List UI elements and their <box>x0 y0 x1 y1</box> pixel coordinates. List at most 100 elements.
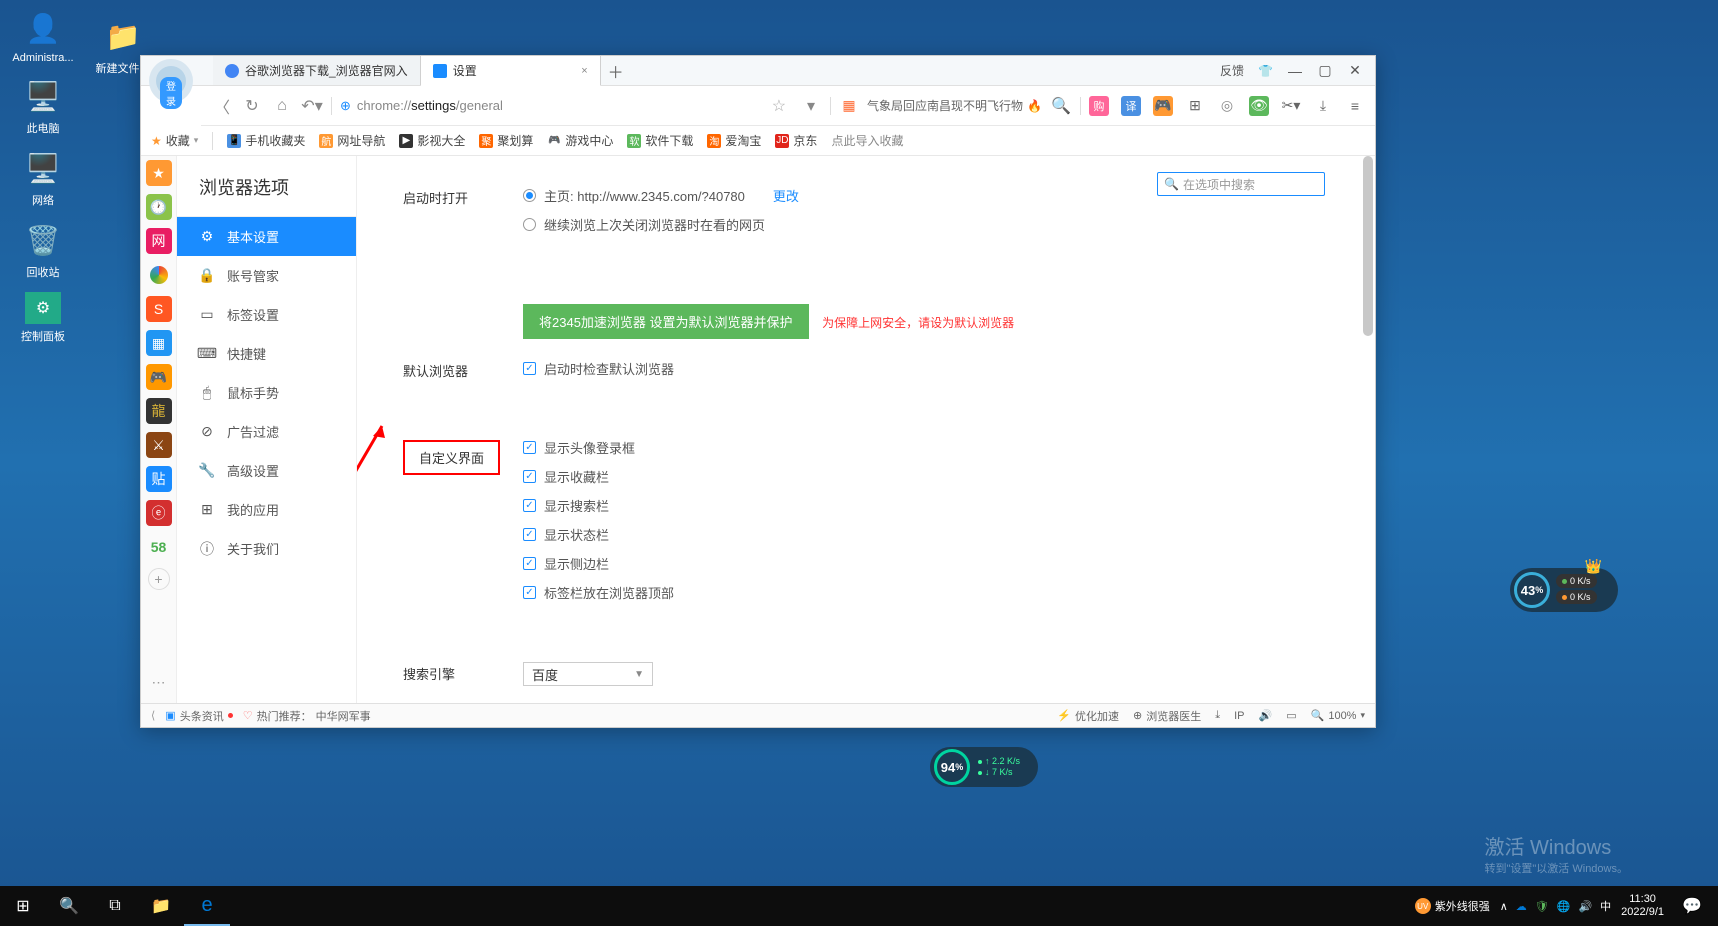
favorites-button[interactable]: ★收藏▾ <box>151 132 198 149</box>
desktop-icon-admin[interactable]: 👤Administra... <box>8 8 78 64</box>
sidebar-app-1[interactable]: ★ <box>146 160 172 186</box>
sidebar-app-8[interactable]: 龍 <box>146 398 172 424</box>
scrollbar[interactable] <box>1363 156 1373 336</box>
tray-sound-icon[interactable]: 🔊 <box>1578 900 1592 913</box>
set-default-button[interactable]: 将2345加速浏览器 设置为默认浏览器并保护 <box>523 304 809 339</box>
sidebar-app-7[interactable]: 🎮 <box>146 364 172 390</box>
home-button[interactable]: ⌂ <box>271 95 293 117</box>
startup-continue-radio[interactable]: 继续浏览上次关闭浏览器时在看的网页 <box>523 215 1329 234</box>
settings-menu-advanced[interactable]: 🔧高级设置 <box>177 451 356 490</box>
statusbar-doctor[interactable]: ⊕浏览器医生 <box>1133 708 1201 724</box>
news-icon[interactable]: ▦ <box>839 96 859 116</box>
settings-menu-about[interactable]: ⓘ关于我们 <box>177 529 356 568</box>
search-icon[interactable]: 🔍 <box>1050 95 1072 117</box>
change-link[interactable]: 更改 <box>773 186 799 205</box>
sidebar-add[interactable]: + <box>148 568 170 590</box>
settings-menu-basic[interactable]: ⚙基本设置 <box>177 217 356 256</box>
bookmark-jd[interactable]: JD京东 <box>775 132 817 149</box>
tray-network-icon[interactable]: 🌐 <box>1557 900 1571 913</box>
statusbar-ip-icon[interactable]: IP <box>1234 710 1244 722</box>
scissors-icon[interactable]: ✂▾ <box>1281 96 1301 116</box>
tab-settings[interactable]: 设置 × <box>421 56 601 86</box>
start-button[interactable]: ⊞ <box>0 886 46 926</box>
sidebar-more[interactable]: ⋯ <box>146 669 172 695</box>
tray-onedrive-icon[interactable]: ☁ <box>1516 900 1527 913</box>
sidebar-app-11[interactable]: ⓔ <box>146 500 172 526</box>
feedback-link[interactable]: 反馈 <box>1220 62 1244 79</box>
check-tabtop[interactable]: 标签栏放在浏览器顶部 <box>523 583 1329 602</box>
settings-menu-apps[interactable]: ⊞我的应用 <box>177 490 356 529</box>
undo-button[interactable]: ↶▾ <box>301 95 323 117</box>
statusbar-chevron[interactable]: ⟨ <box>151 709 155 722</box>
check-sidebar[interactable]: 显示侧边栏 <box>523 554 1329 573</box>
game-icon[interactable]: 🎮 <box>1153 96 1173 116</box>
new-tab-button[interactable]: ＋ <box>601 56 631 85</box>
search-engine-select[interactable]: 百度 ▼ <box>523 662 653 686</box>
settings-menu-shortcut[interactable]: ⌨快捷键 <box>177 334 356 373</box>
float-widget-2[interactable]: 94% ↑ 2.2 K/s ↓ 7 K/s <box>930 747 1038 787</box>
check-avatar[interactable]: 显示头像登录框 <box>523 438 1329 457</box>
check-default-checkbox[interactable]: 启动时检查默认浏览器 <box>523 359 1329 378</box>
float-widget-1[interactable]: 👑 43% 0 K/s 0 K/s <box>1510 568 1618 612</box>
download-icon[interactable]: ⤓ <box>1313 96 1333 116</box>
statusbar-zoom[interactable]: 🔍100%▾ <box>1311 709 1365 722</box>
translate-icon[interactable]: 译 <box>1121 96 1141 116</box>
bookmark-game[interactable]: 🎮游戏中心 <box>547 132 613 149</box>
statusbar-hot[interactable]: ♡热门推荐：中华网军事 <box>243 708 371 724</box>
statusbar-news[interactable]: ▣头条资讯 <box>165 708 232 724</box>
apps-icon[interactable]: ⊞ <box>1185 96 1205 116</box>
taskbar-edge[interactable]: e <box>184 886 230 926</box>
tab-google-download[interactable]: 谷歌浏览器下载_浏览器官网入 <box>213 56 421 85</box>
desktop-icon-control[interactable]: ⚙控制面板 <box>8 292 78 344</box>
check-favbar[interactable]: 显示收藏栏 <box>523 467 1329 486</box>
desktop-icon-recycle[interactable]: 🗑️回收站 <box>8 220 78 280</box>
settings-menu-adblock[interactable]: ⊘广告过滤 <box>177 412 356 451</box>
statusbar-optimize[interactable]: ⚡优化加速 <box>1057 708 1119 724</box>
sidebar-app-12[interactable]: 58 <box>146 534 172 560</box>
login-badge[interactable]: 登录 <box>160 77 182 109</box>
back-button[interactable]: 〈 <box>211 95 233 117</box>
eye-icon[interactable]: 👁 <box>1249 96 1269 116</box>
maximize-button[interactable]: ▢ <box>1317 63 1333 79</box>
settings-menu-tabs[interactable]: ▭标签设置 <box>177 295 356 334</box>
desktop-icon-pc[interactable]: 🖥️此电脑 <box>8 76 78 136</box>
sidebar-app-2[interactable]: 🕐 <box>146 194 172 220</box>
tray-chevron[interactable]: ∧ <box>1500 900 1508 913</box>
url-display[interactable]: ⊕ chrome://settings/general <box>340 98 758 114</box>
settings-search[interactable]: 🔍 在选项中搜索 <box>1157 172 1325 196</box>
bookmark-mobile[interactable]: 📱手机收藏夹 <box>227 132 305 149</box>
menu-icon[interactable]: ≡ <box>1345 96 1365 116</box>
bookmark-import[interactable]: 点此导入收藏 <box>831 132 903 149</box>
bookmark-taobao[interactable]: 淘爱淘宝 <box>707 132 761 149</box>
taskbar-weather[interactable]: UV 紫外线很强 <box>1415 898 1490 914</box>
bookmark-juhuasuan[interactable]: 聚聚划算 <box>479 132 533 149</box>
settings-menu-account[interactable]: 🔒账号管家 <box>177 256 356 295</box>
sidebar-app-10[interactable]: 贴 <box>146 466 172 492</box>
skin-icon[interactable]: 👕 <box>1258 64 1273 78</box>
settings-menu-mouse[interactable]: 🖱鼠标手势 <box>177 373 356 412</box>
target-icon[interactable]: ◎ <box>1217 96 1237 116</box>
statusbar-download-icon[interactable]: ⤓ <box>1215 709 1220 722</box>
taskbar-explorer[interactable]: 📁 <box>138 886 184 926</box>
tray-ime[interactable]: 中 <box>1600 898 1611 914</box>
minimize-button[interactable]: — <box>1287 63 1303 79</box>
statusbar-sound-icon[interactable]: 🔊 <box>1259 709 1273 722</box>
buy-icon[interactable]: 购 <box>1089 96 1109 116</box>
taskbar-search[interactable]: 🔍 <box>46 886 92 926</box>
desktop-icon-network[interactable]: 🖥️网络 <box>8 148 78 208</box>
taskbar-taskview[interactable]: ⧉ <box>92 886 138 926</box>
taskbar-clock[interactable]: 11:30 2022/9/1 <box>1621 893 1664 919</box>
star-icon[interactable]: ☆ <box>772 96 786 116</box>
sidebar-app-6[interactable]: ▦ <box>146 330 172 356</box>
sidebar-app-chrome[interactable] <box>146 262 172 288</box>
check-searchbar[interactable]: 显示搜索栏 <box>523 496 1329 515</box>
sidebar-app-5[interactable]: S <box>146 296 172 322</box>
check-statusbar[interactable]: 显示状态栏 <box>523 525 1329 544</box>
sidebar-app-3[interactable]: 网 <box>146 228 172 254</box>
bookmark-nav[interactable]: 航网址导航 <box>319 132 385 149</box>
close-button[interactable]: ✕ <box>1347 63 1363 79</box>
statusbar-screen-icon[interactable]: ▭ <box>1286 709 1296 722</box>
sidebar-app-9[interactable]: ⚔ <box>146 432 172 458</box>
avatar-login[interactable]: 登录 <box>149 59 193 103</box>
bookmark-video[interactable]: ▶影视大全 <box>399 132 465 149</box>
